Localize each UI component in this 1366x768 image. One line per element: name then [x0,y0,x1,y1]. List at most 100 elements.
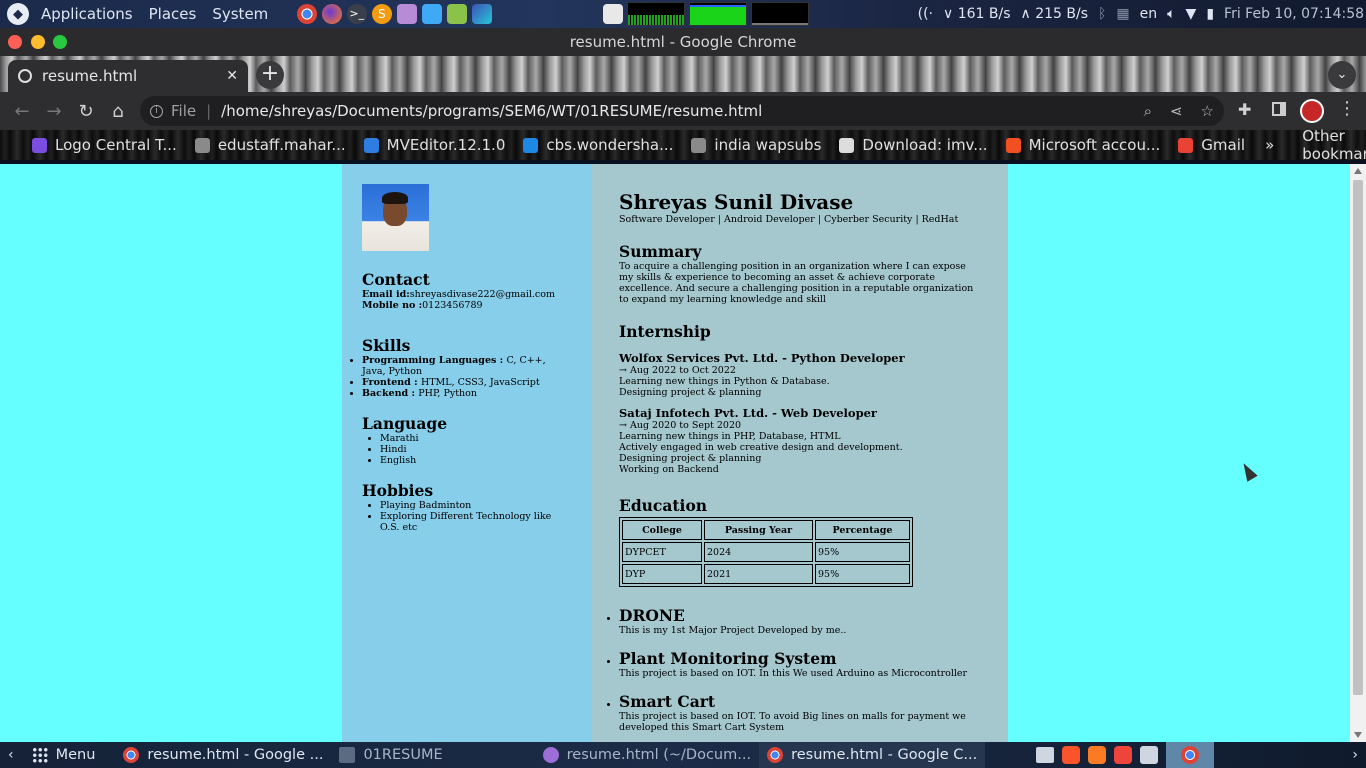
printer-tray-icon[interactable] [1036,747,1055,763]
scrollbar-thumb[interactable] [1353,180,1363,695]
system-menu[interactable]: System [204,0,276,28]
app-launcher-icon[interactable] [471,4,492,24]
bookmark-item[interactable]: Gmail [1178,136,1245,154]
scroll-down-arrow-icon[interactable] [1354,732,1362,738]
wifi-icon[interactable]: ▼ [1186,6,1197,22]
window-titlebar: resume.html - Google Chrome [0,28,1366,56]
job-point: Designing project & planning [619,387,762,398]
new-tab-button[interactable]: + [256,61,284,89]
page-viewport: Contact Email id:shreyasdivase222@gmail.… [0,164,1350,742]
bookmark-item[interactable]: Logo Central T... [32,136,177,154]
task-editor[interactable]: resume.html (~/Docum... [535,742,759,768]
anydesk-tray-icon[interactable] [1114,746,1133,764]
network-speed-icon: ((· [917,6,933,22]
scroll-up-arrow-icon[interactable] [1354,168,1362,174]
close-window-button[interactable] [8,35,22,49]
job-point: Designing project & planning [619,453,762,464]
cpu-monitor [627,2,686,26]
volume-icon[interactable]: 🔈︎ [1167,6,1175,22]
job-points: Learning new things in Python & Database… [619,376,981,398]
brave-tray-icon[interactable] [1062,746,1081,764]
url-scheme: File [171,102,197,120]
menu-button[interactable]: Menu [56,747,96,763]
project-desc: This is my 1st Major Project Developed b… [619,625,847,636]
project-title: Smart Cart [619,692,716,711]
education-heading: Education [619,496,708,515]
mobile-label: Mobile no : [362,300,423,311]
address-bar[interactable]: i File | /home/shreyas/Documents/program… [140,96,1224,126]
summary-text: To acquire a challenging position in an … [619,261,974,305]
task-chrome-1[interactable]: resume.html - Google ... [115,742,331,768]
maximize-window-button[interactable] [53,35,67,49]
column-header: Passing Year [704,520,813,540]
bookmark-item[interactable]: Download: imv... [839,136,988,154]
info-icon[interactable]: i [150,104,163,118]
distro-logo-icon[interactable]: ◆ [7,3,29,25]
applications-menu[interactable]: Applications [33,0,141,28]
firefox-launcher-icon[interactable] [321,4,342,24]
internship-heading: Internship [619,322,711,341]
skill-item: Frontend : HTML, CSS3, JavaScript [362,377,572,388]
tab-resume[interactable]: resume.html ✕ [8,60,248,92]
table-cell: 95% [815,564,910,584]
bluetooth-icon[interactable]: ᛒ [1098,6,1106,22]
url-text[interactable]: /home/shreyas/Documents/programs/SEM6/WT… [221,102,762,120]
chrome-menu-icon[interactable]: ⋮ [1338,98,1356,119]
minimize-window-button[interactable] [31,35,45,49]
mobile-line: Mobile no :0123456789 [362,300,572,311]
project-item: DRONE This is my 1st Major Project Devel… [619,607,981,637]
taskbar: ‹ Menu resume.html - Google ... 01RESUME… [0,742,1366,768]
keyboard-layout-icon[interactable]: ▦ [1116,6,1129,22]
bookmark-item[interactable]: cbs.wondersha... [523,136,673,154]
terminal-launcher-icon[interactable]: >_ [346,4,367,24]
skills-list: Programming Languages : C, C++, Java, Py… [344,355,572,399]
other-bookmarks[interactable]: Other bookmarks [1302,127,1366,163]
close-tab-icon[interactable]: ✕ [226,68,238,84]
language-item: Hindi [380,444,572,455]
task-files[interactable]: 01RESUME [331,742,450,768]
apps-grid-icon[interactable] [31,747,48,763]
folder-icon [339,747,356,763]
bookmark-item[interactable]: MVEditor.12.1.0 [363,136,505,154]
forward-arrow-icon[interactable]: → [38,101,70,122]
back-arrow-icon[interactable]: ← [6,101,38,122]
battery-icon[interactable]: ▮ [1206,6,1214,22]
zoom-icon[interactable]: ⌕ [1144,102,1152,120]
chrome-tray-icon[interactable] [1166,742,1215,768]
bookmark-star-icon[interactable]: ☆ [1201,102,1214,120]
projects-list: DRONE This is my 1st Major Project Devel… [619,607,981,734]
clock[interactable]: Fri Feb 10, 07:14:58 [1224,6,1364,22]
task-chrome-2[interactable]: resume.html - Google C... [759,742,986,768]
home-icon[interactable]: ⌂ [102,101,134,122]
extensions-icon[interactable]: ✚ [1238,100,1251,119]
table-header-row: College Passing Year Percentage [622,520,910,540]
share-icon[interactable]: ⋖ [1170,102,1183,120]
sublime-launcher-icon[interactable]: S [371,4,392,24]
keyboard-layout-label[interactable]: en [1140,6,1158,22]
places-menu[interactable]: Places [141,0,205,28]
tab-search-chevron-icon[interactable]: ⌄ [1328,61,1356,89]
bookmark-item[interactable]: india wapsubs [691,136,821,154]
side-panel-icon[interactable] [1272,102,1286,116]
screenshot-tool-icon[interactable] [602,4,623,24]
document-viewer-launcher-icon[interactable] [396,4,417,24]
column-header: College [622,520,702,540]
xampp-tray-icon[interactable] [1088,746,1107,764]
bookmark-item[interactable]: Microsoft accou... [1005,136,1160,154]
taskbar-left-arrow-icon[interactable]: ‹ [0,747,22,763]
bookmark-item[interactable]: edustaff.mahar... [194,136,346,154]
reload-icon[interactable]: ↻ [70,101,102,122]
globe-icon [18,69,32,83]
taskbar-right-arrow-icon[interactable]: › [1344,747,1366,763]
hobbies-list: Playing Badminton Exploring Different Te… [344,500,572,533]
bookmarks-bar: Logo Central T... edustaff.mahar... MVEdit… [0,127,1366,163]
chrome-launcher-icon[interactable] [296,4,317,24]
profile-avatar[interactable] [1300,99,1324,123]
bookmark-label: Logo Central T... [55,136,177,154]
bookmarks-more-chevron-icon[interactable]: » [1265,136,1274,154]
notes-launcher-icon[interactable] [421,4,442,24]
education-table: College Passing Year Percentage DYPCET 2… [619,517,913,587]
page-scrollbar[interactable] [1350,164,1366,742]
text-editor-launcher-icon[interactable] [446,4,467,24]
appstore-tray-icon[interactable] [1140,746,1159,764]
